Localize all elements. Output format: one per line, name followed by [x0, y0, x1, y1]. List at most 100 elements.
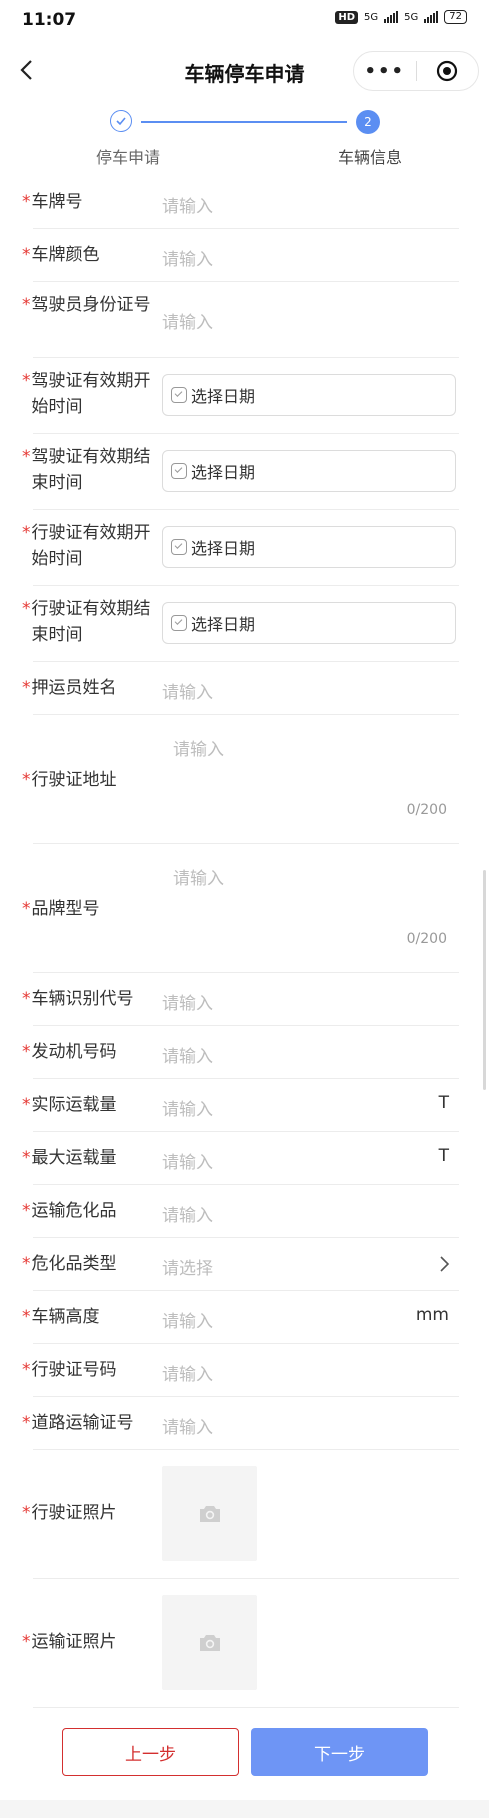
field-label: *押运员姓名	[22, 678, 117, 698]
required-mark: *	[22, 371, 31, 391]
field-label: *行驶证号码	[22, 1360, 117, 1380]
required-mark: *	[22, 678, 31, 698]
license-end-date-picker[interactable]: 选择日期	[162, 450, 456, 492]
vehicle-lic-start-date-picker[interactable]: 选择日期	[162, 526, 456, 568]
bottom-safe-area	[0, 1800, 489, 1818]
next-step-button[interactable]: 下一步	[251, 1728, 428, 1776]
calendar-icon	[171, 615, 187, 631]
field-label: *车辆高度	[22, 1307, 100, 1327]
plate-no-input[interactable]: 请输入	[162, 192, 213, 217]
field-label: *行驶证地址	[22, 770, 117, 790]
close-button[interactable]	[417, 60, 479, 82]
field-label: *实际运载量	[22, 1095, 117, 1115]
required-mark: *	[22, 1254, 31, 1274]
required-mark: *	[22, 1632, 31, 1652]
field-label: *驾驶证有效期结束时间	[22, 447, 151, 493]
field-label: *发动机号码	[22, 1042, 117, 1062]
row-transport-photo: *运输证照片	[22, 1579, 459, 1708]
required-mark: *	[22, 1148, 31, 1168]
height-input[interactable]: 请输入	[162, 1307, 213, 1332]
plate-color-input[interactable]: 请输入	[162, 245, 213, 270]
field-label: *车牌颜色	[22, 245, 100, 265]
row-escort-name: *押运员姓名 请输入	[22, 662, 459, 715]
escort-name-input[interactable]: 请输入	[162, 678, 213, 703]
calendar-icon	[171, 387, 187, 403]
field-label: *道路运输证号	[22, 1413, 134, 1433]
target-icon	[437, 60, 458, 82]
required-mark: *	[22, 447, 31, 467]
char-counter: 0/200	[406, 802, 447, 818]
road-transport-no-input[interactable]: 请输入	[162, 1413, 213, 1438]
vehicle-lic-address-textarea[interactable]: 请输入	[173, 735, 224, 760]
field-label: *品牌型号	[22, 899, 100, 919]
required-mark: *	[22, 599, 31, 619]
hazmat-type-select[interactable]: 请选择	[162, 1254, 213, 1279]
field-label: *行驶证有效期开始时间	[22, 523, 151, 569]
max-load-input[interactable]: 请输入	[162, 1148, 213, 1173]
row-road-transport-no: *道路运输证号 请输入	[22, 1397, 459, 1450]
license-start-date-picker[interactable]: 选择日期	[162, 374, 456, 416]
required-mark: *	[22, 192, 31, 212]
vehicle-lic-end-date-picker[interactable]: 选择日期	[162, 602, 456, 644]
signal-icon	[384, 11, 399, 23]
row-max-load: *最大运载量 请输入 T	[22, 1132, 459, 1185]
step-1-done-indicator	[110, 110, 132, 132]
required-mark: *	[22, 989, 31, 1009]
vehicle-lic-no-input[interactable]: 请输入	[162, 1360, 213, 1385]
row-plate-no: *车牌号 请输入	[22, 176, 459, 229]
hazmat-input[interactable]: 请输入	[162, 1201, 213, 1226]
step-2-indicator: 2	[356, 110, 380, 134]
status-bar: 11:07 HD 5G 5G 72	[0, 0, 489, 44]
calendar-icon	[171, 539, 187, 555]
required-mark: *	[22, 1095, 31, 1115]
mini-program-capsule: •••	[353, 51, 479, 91]
scrollbar[interactable]	[483, 870, 486, 1090]
required-mark: *	[22, 770, 31, 790]
row-hazmat-type[interactable]: *危化品类型 请选择	[22, 1238, 459, 1291]
vehicle-info-form: *车牌号 请输入 *车牌颜色 请输入 *驾驶员身份证号 请输入 *驾驶证有效期开…	[0, 176, 489, 1708]
field-label: *运输证照片	[22, 1632, 117, 1652]
required-mark: *	[22, 295, 31, 315]
stepper: 2 停车申请 车辆信息	[0, 104, 489, 174]
field-label: *行驶证照片	[22, 1503, 117, 1523]
field-label: *行驶证有效期结束时间	[22, 599, 151, 645]
transport-photo-upload[interactable]	[162, 1595, 257, 1690]
required-mark: *	[22, 899, 31, 919]
field-label: *驾驶证有效期开始时间	[22, 371, 151, 417]
signal-icon-2	[424, 11, 439, 23]
row-vehicle-lic-start: *行驶证有效期开始时间 选择日期	[22, 510, 459, 586]
camera-icon	[199, 1505, 220, 1522]
unit-label: T	[438, 1146, 449, 1166]
required-mark: *	[22, 1503, 31, 1523]
step-1-label: 停车申请	[96, 148, 161, 167]
engine-no-input[interactable]: 请输入	[162, 1042, 213, 1067]
row-height: *车辆高度 请输入 mm	[22, 1291, 459, 1344]
unit-label: T	[438, 1093, 449, 1113]
more-button[interactable]: •••	[354, 61, 416, 82]
battery-icon: 72	[444, 10, 467, 24]
signal-label-1: 5G	[364, 11, 379, 23]
vin-input[interactable]: 请输入	[162, 989, 213, 1014]
status-time: 11:07	[22, 10, 77, 30]
brand-model-textarea[interactable]: 请输入	[173, 864, 224, 889]
chevron-right-icon	[440, 1256, 450, 1272]
row-engine-no: *发动机号码 请输入	[22, 1026, 459, 1079]
vehicle-lic-photo-upload[interactable]	[162, 1466, 257, 1561]
driver-id-input[interactable]: 请输入	[162, 308, 213, 333]
row-driver-id: *驾驶员身份证号 请输入	[22, 282, 459, 358]
row-brand-model: *品牌型号 请输入 0/200	[22, 844, 459, 973]
row-vehicle-lic-photo: *行驶证照片	[22, 1450, 459, 1579]
row-vin: *车辆识别代号 请输入	[22, 973, 459, 1026]
camera-icon	[199, 1634, 220, 1651]
prev-step-button[interactable]: 上一步	[62, 1728, 239, 1776]
actual-load-input[interactable]: 请输入	[162, 1095, 213, 1120]
step-connector	[141, 121, 347, 123]
field-label: *最大运载量	[22, 1148, 117, 1168]
signal-label-2: 5G	[404, 11, 419, 23]
field-label: *驾驶员身份证号	[22, 295, 151, 315]
row-license-end: *驾驶证有效期结束时间 选择日期	[22, 434, 459, 510]
required-mark: *	[22, 523, 31, 543]
required-mark: *	[22, 1360, 31, 1380]
required-mark: *	[22, 245, 31, 265]
nav-bar: 车辆停车申请 •••	[0, 44, 489, 96]
